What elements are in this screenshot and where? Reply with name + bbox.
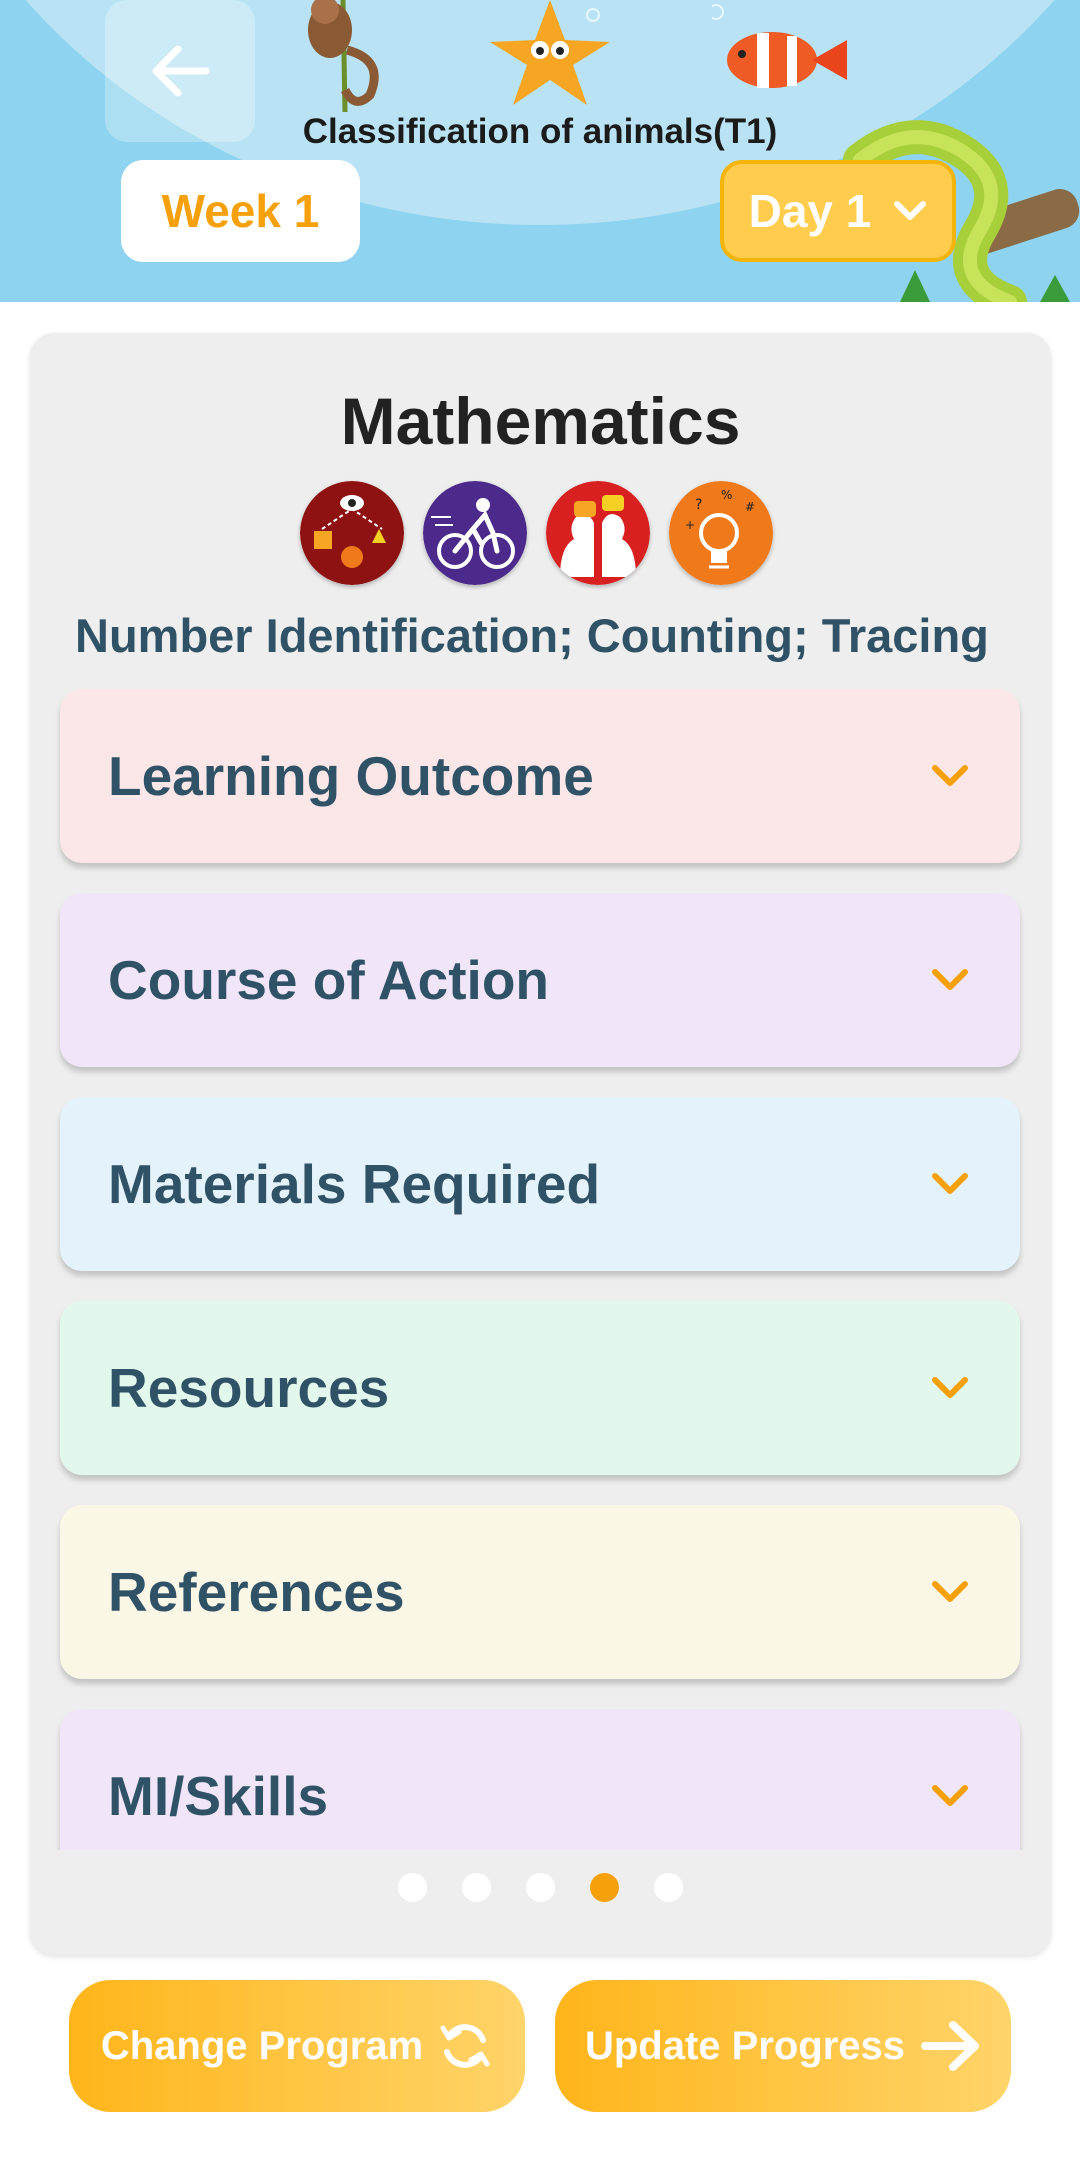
accordion-item[interactable]: Learning Outcome: [60, 689, 1020, 863]
chevron-down-icon: [928, 1774, 972, 1818]
accordion-item[interactable]: Resources: [60, 1301, 1020, 1475]
chevron-down-icon: [928, 958, 972, 1002]
accordion-item-label: Materials Required: [108, 1153, 601, 1215]
arrow-right-icon: [921, 2021, 980, 2071]
svg-text:?: ?: [695, 497, 702, 513]
subject-title: Mathematics: [340, 384, 741, 458]
lesson-card: Mathematics ? % + # Number Identificatio…: [30, 333, 1051, 1955]
page-dot[interactable]: [590, 1873, 619, 1902]
accordion-item-label: Learning Outcome: [108, 745, 594, 807]
accordion-item-label: Resources: [108, 1357, 390, 1419]
svg-text:%: %: [721, 488, 732, 502]
starfish-illustration: [490, 0, 610, 105]
accordion-item-label: MI/Skills: [108, 1765, 329, 1827]
lesson-plan-screen: Classification of animals(T1) Week 1 Day…: [0, 0, 1080, 2166]
chevron-down-icon: [928, 1162, 972, 1206]
visual-spatial-icon: [300, 481, 404, 585]
day-dropdown[interactable]: Day 1: [720, 160, 956, 262]
section-list-clip: Learning Outcome Course of Action Material…: [30, 689, 1051, 1850]
day-dropdown-label: Day 1: [748, 185, 872, 237]
update-progress-button[interactable]: Update Progress: [555, 1980, 1011, 2112]
monkey-illustration: [308, 0, 379, 112]
chevron-down-icon: [928, 754, 972, 798]
lesson-topics: Number Identification; Counting; Tracing: [75, 609, 989, 662]
section-list[interactable]: Learning Outcome Course of Action Material…: [30, 689, 1051, 1955]
accordion-item[interactable]: Course of Action: [60, 893, 1020, 1067]
change-program-label: Change Program: [100, 2023, 424, 2068]
svg-text:#: #: [745, 500, 755, 514]
page-dot[interactable]: [654, 1873, 683, 1902]
chevron-down-icon: [928, 1570, 972, 1614]
multiple-intelligence-icons: ? % + #: [300, 481, 773, 585]
arrow-left-icon: [152, 45, 210, 97]
accordion-item[interactable]: References: [60, 1505, 1020, 1679]
change-program-button[interactable]: Change Program: [69, 1980, 525, 2112]
accordion-item[interactable]: MI/Skills: [60, 1709, 1020, 1850]
logical-mathematical-icon: ? % + #: [669, 481, 773, 585]
week-selector[interactable]: Week 1: [121, 160, 360, 262]
svg-text:+: +: [685, 518, 695, 532]
page-dot[interactable]: [462, 1873, 491, 1902]
accordion-item-label: References: [108, 1561, 405, 1623]
lesson-title: Classification of animals(T1): [302, 112, 778, 151]
chevron-down-icon: [894, 201, 927, 220]
chevron-down-icon: [928, 1366, 972, 1410]
page-dot[interactable]: [398, 1873, 427, 1902]
page-indicator: [30, 1873, 1051, 1902]
update-progress-label: Update Progress: [584, 2023, 906, 2068]
accordion-item-label: Course of Action: [108, 949, 550, 1011]
page-dot[interactable]: [526, 1873, 555, 1902]
interpersonal-icon: [546, 481, 650, 585]
clownfish-illustration: [712, 4, 847, 88]
header-banner: Classification of animals(T1) Week 1 Day…: [0, 0, 1080, 302]
bodily-kinesthetic-icon: [423, 481, 527, 585]
refresh-icon: [440, 2024, 490, 2068]
accordion-item[interactable]: Materials Required: [60, 1097, 1020, 1271]
